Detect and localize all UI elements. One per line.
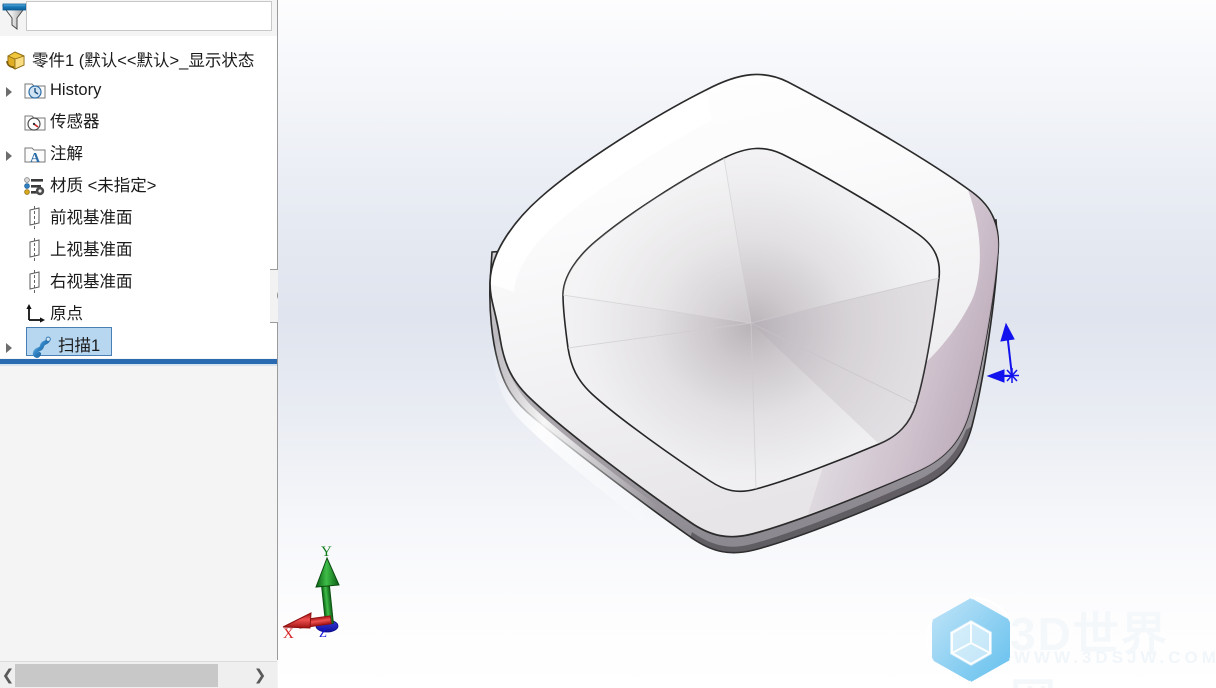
tree-label-history: History bbox=[50, 81, 102, 99]
tree-label-right-plane: 右视基准面 bbox=[50, 273, 133, 291]
triad-y-axis bbox=[315, 556, 340, 625]
tree-row-annotations[interactable]: A 注解 bbox=[0, 139, 278, 171]
tree-label-material: 材质 <未指定> bbox=[50, 177, 157, 195]
tree-label-annotations: 注解 bbox=[50, 145, 83, 163]
sweep-feature-icon bbox=[30, 335, 52, 358]
svg-text:A: A bbox=[30, 151, 41, 165]
watermark: 3D世界网 WWW.3DSJW.COM bbox=[918, 592, 1216, 688]
tree-row-sensors[interactable]: 传感器 bbox=[0, 107, 278, 139]
watermark-url: WWW.3DSJW.COM bbox=[1014, 648, 1216, 667]
tree-label-sensors: 传感器 bbox=[50, 113, 100, 131]
tree-row-history[interactable]: History bbox=[0, 75, 278, 107]
feature-tree-list: 零件1 (默认<<默认>_显示状态 History 传感器 A 注解 材质 <未… bbox=[0, 36, 278, 358]
part-icon bbox=[4, 48, 28, 72]
tree-empty-area bbox=[0, 366, 277, 660]
swept-hex-body bbox=[489, 73, 1000, 554]
scroll-left-arrow-icon[interactable]: ❮ bbox=[0, 662, 16, 688]
watermark-title: 3D世界网 bbox=[1010, 608, 1169, 688]
model-render bbox=[489, 73, 1019, 554]
plane-icon bbox=[24, 206, 46, 229]
view-triad: Z Y X bbox=[281, 540, 391, 650]
filter-row bbox=[0, 0, 278, 36]
plane-icon bbox=[24, 238, 46, 261]
tree-label-origin: 原点 bbox=[50, 305, 83, 323]
tree-row-material[interactable]: 材质 <未指定> bbox=[0, 171, 278, 203]
graphics-viewport[interactable]: Z Y X 3D世界 WWW.3DSJW.COM bbox=[278, 0, 1216, 688]
tree-row-part-root[interactable]: 零件1 (默认<<默认>_显示状态 bbox=[0, 46, 278, 78]
history-folder-icon bbox=[24, 79, 46, 101]
tree-row-right-plane[interactable]: 右视基准面 bbox=[0, 267, 278, 299]
chevron-right-icon[interactable] bbox=[4, 342, 16, 354]
tree-row-top-plane[interactable]: 上视基准面 bbox=[0, 235, 278, 267]
sensors-folder-icon bbox=[24, 111, 46, 133]
material-icon bbox=[24, 175, 46, 197]
feature-manager-panel: 零件1 (默认<<默认>_显示状态 History 传感器 A 注解 材质 <未… bbox=[0, 0, 278, 688]
chevron-right-icon[interactable] bbox=[4, 150, 16, 162]
tree-label-sweep1: 扫描1 bbox=[58, 337, 101, 355]
part-root-label: 零件1 (默认<<默认>_显示状态 bbox=[32, 52, 255, 70]
plane-icon bbox=[24, 270, 46, 293]
search-input[interactable] bbox=[26, 1, 272, 31]
tree-row-front-plane[interactable]: 前视基准面 bbox=[0, 203, 278, 235]
triad-y-label: Y bbox=[321, 544, 332, 560]
scrollbar-thumb[interactable] bbox=[15, 664, 218, 687]
scroll-right-arrow-icon[interactable]: ❯ bbox=[252, 662, 268, 688]
chevron-right-icon[interactable] bbox=[4, 86, 16, 98]
tree-label-front-plane: 前视基准面 bbox=[50, 209, 133, 227]
triad-z-label: Z bbox=[319, 625, 327, 640]
tree-horizontal-scrollbar[interactable]: ❮ ❯ bbox=[0, 661, 277, 688]
origin-marker-graphic bbox=[986, 322, 1019, 383]
solidworks-window: 零件1 (默认<<默认>_显示状态 History 传感器 A 注解 材质 <未… bbox=[0, 0, 1216, 688]
annotations-folder-icon: A bbox=[24, 143, 46, 166]
tree-label-top-plane: 上视基准面 bbox=[50, 241, 133, 259]
origin-icon bbox=[24, 302, 46, 324]
filter-funnel-icon[interactable] bbox=[2, 2, 28, 32]
triad-x-label: X bbox=[283, 626, 294, 642]
